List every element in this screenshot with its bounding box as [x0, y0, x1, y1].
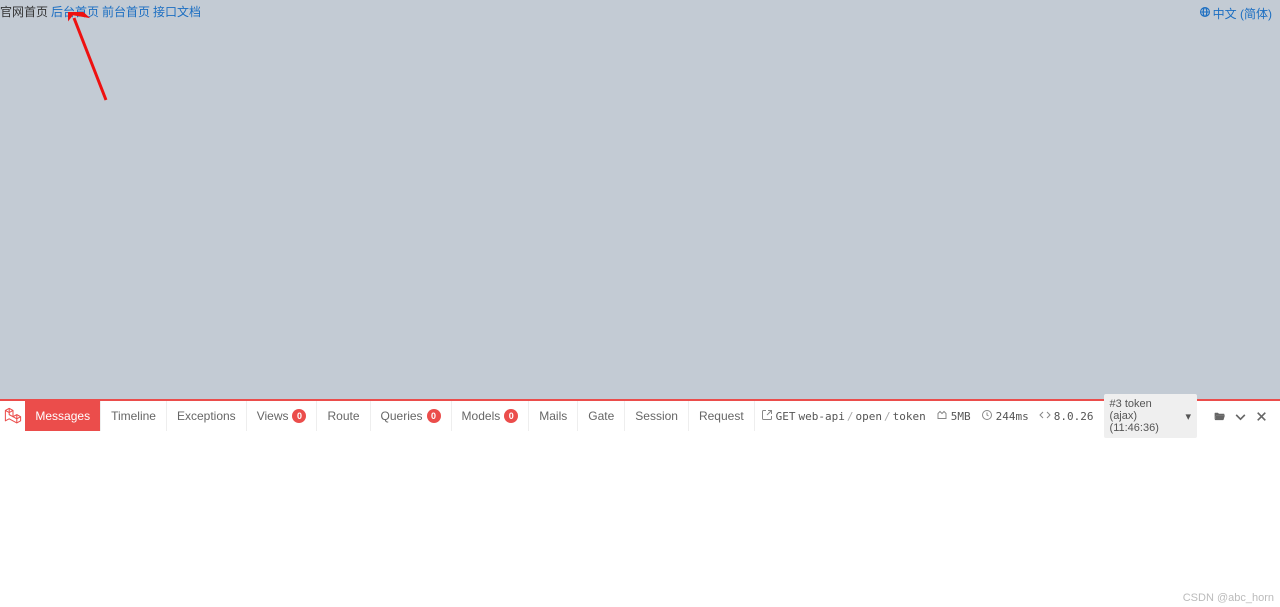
- annotation-arrow-icon: [68, 12, 118, 107]
- globe-icon: [1199, 6, 1211, 21]
- tab-mails[interactable]: Mails: [529, 401, 578, 431]
- language-label: 中文 (简体): [1213, 5, 1272, 22]
- queries-badge: 0: [427, 409, 441, 423]
- dropdown-caret-icon: ▾: [1185, 410, 1191, 423]
- tab-queries[interactable]: Queries0: [371, 401, 452, 431]
- share-icon: [761, 409, 773, 424]
- nav-link-api-docs[interactable]: 接口文档: [153, 3, 201, 20]
- tab-route[interactable]: Route: [317, 401, 370, 431]
- tab-request[interactable]: Request: [689, 401, 755, 431]
- laravel-logo-icon[interactable]: [0, 401, 25, 431]
- site-title: 官网首页: [0, 3, 48, 20]
- debugbar-tabs: Messages Timeline Exceptions Views0 Rout…: [25, 401, 754, 431]
- nav-link-admin-home[interactable]: 后台首页: [51, 3, 99, 20]
- debugbar-controls: [1207, 410, 1274, 423]
- models-badge: 0: [504, 409, 518, 423]
- current-route[interactable]: GET web-api/open/token: [761, 409, 926, 424]
- watermark: CSDN @abc_horn: [1183, 592, 1274, 604]
- php-version-stat[interactable]: 8.0.26: [1039, 409, 1094, 424]
- debugbar: Messages Timeline Exceptions Views0 Rout…: [0, 399, 1280, 431]
- code-icon: [1039, 409, 1051, 424]
- clock-icon: [981, 409, 993, 424]
- close-button[interactable]: [1255, 410, 1268, 423]
- route-path: web-api/open/token: [799, 410, 926, 423]
- tab-messages[interactable]: Messages: [25, 401, 101, 431]
- tab-exceptions[interactable]: Exceptions: [167, 401, 247, 431]
- tab-timeline[interactable]: Timeline: [101, 401, 167, 431]
- tab-views[interactable]: Views0: [247, 401, 318, 431]
- tab-models[interactable]: Models0: [452, 401, 530, 431]
- request-history-selector[interactable]: #3 token (ajax) (11:46:36) ▾: [1104, 394, 1197, 438]
- memory-stat[interactable]: 5MB: [936, 409, 971, 424]
- page-content-area: 官网首页 后台首页 前台首页 接口文档 中文 (简体): [0, 0, 1280, 399]
- views-badge: 0: [292, 409, 306, 423]
- language-switcher[interactable]: 中文 (简体): [1199, 5, 1272, 22]
- memory-icon: [936, 409, 948, 424]
- debugbar-status: GET web-api/open/token 5MB 244ms 8.0.26 …: [755, 401, 1280, 431]
- top-nav: 官网首页 后台首页 前台首页 接口文档: [0, 3, 201, 20]
- nav-link-front-home[interactable]: 前台首页: [102, 3, 150, 20]
- folder-open-button[interactable]: [1213, 410, 1226, 423]
- http-method: GET: [776, 410, 796, 423]
- tab-gate[interactable]: Gate: [578, 401, 625, 431]
- tab-session[interactable]: Session: [625, 401, 689, 431]
- time-stat[interactable]: 244ms: [981, 409, 1029, 424]
- minimize-button[interactable]: [1234, 410, 1247, 423]
